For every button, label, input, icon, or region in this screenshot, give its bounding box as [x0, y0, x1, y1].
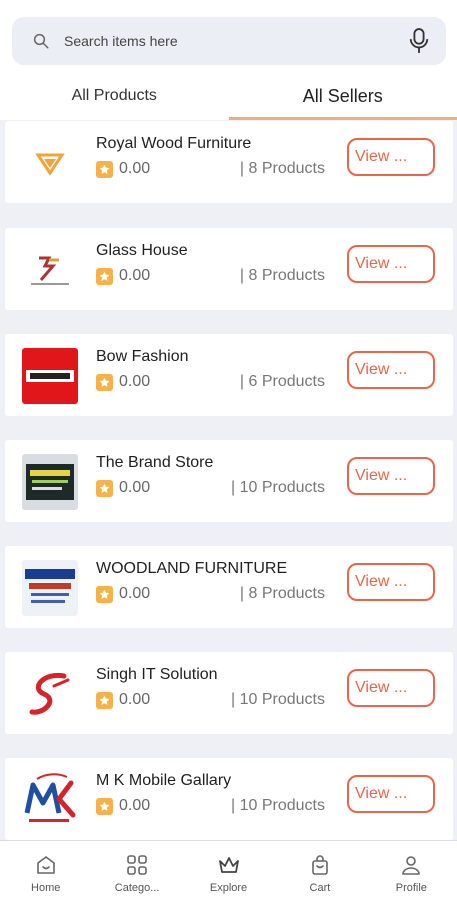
rating-value: 0.00 — [119, 797, 151, 814]
product-count: | 10 Products — [231, 479, 325, 496]
seller-rating: 0.00 — [96, 691, 150, 709]
seller-card[interactable]: Glass House 0.00 | 8 Products View ... — [5, 228, 453, 310]
view-store-button[interactable]: View ... — [347, 775, 435, 813]
seller-rating: 0.00 — [96, 797, 150, 815]
rating-value: 0.00 — [119, 373, 151, 390]
cart-icon — [312, 855, 328, 875]
star-icon — [96, 797, 113, 815]
view-store-button[interactable]: View ... — [347, 457, 435, 495]
rating-value: 0.00 — [119, 585, 151, 602]
rating-value: 0.00 — [119, 479, 151, 496]
seller-name: Singh IT Solution — [96, 666, 218, 683]
seller-rating: 0.00 — [96, 160, 150, 178]
nav-categories[interactable]: Catego... — [91, 841, 182, 900]
view-store-button[interactable]: View ... — [347, 351, 435, 389]
star-icon — [96, 267, 113, 285]
top-bar: Search items here All Products All Selle… — [0, 0, 457, 120]
seller-logo — [22, 348, 78, 404]
seller-name: M K Mobile Gallary — [96, 772, 232, 789]
seller-card[interactable]: The Brand Store 0.00 | 10 Products View … — [5, 440, 453, 522]
seller-name: Bow Fashion — [96, 348, 189, 365]
nav-home[interactable]: Home — [0, 841, 91, 900]
search-input[interactable]: Search items here — [64, 33, 408, 49]
product-count: | 8 Products — [239, 585, 325, 602]
star-icon — [96, 585, 113, 603]
seller-card[interactable]: Singh IT Solution 0.00 | 10 Products Vie… — [5, 652, 453, 734]
seller-name: WOODLAND FURNITURE — [96, 560, 288, 577]
seller-logo — [22, 454, 78, 510]
nav-profile[interactable]: Profile — [366, 841, 457, 900]
seller-card[interactable]: M K Mobile Gallary 0.00 | 10 Products Vi… — [5, 758, 453, 840]
seller-rating: 0.00 — [96, 267, 150, 285]
nav-cart[interactable]: Cart — [274, 841, 365, 900]
view-store-button[interactable]: View ... — [347, 245, 435, 283]
product-count: | 10 Products — [231, 691, 325, 708]
tab-all-products[interactable]: All Products — [0, 72, 229, 120]
star-icon — [96, 479, 113, 497]
tab-all-sellers[interactable]: All Sellers — [228, 72, 457, 120]
sellers-list[interactable]: Royal Wood Furniture 0.00 | 8 Products V… — [0, 120, 457, 840]
seller-rating: 0.00 — [96, 585, 150, 603]
microphone-icon[interactable] — [408, 27, 430, 55]
view-store-button[interactable]: View ... — [347, 669, 435, 707]
star-icon — [96, 160, 113, 178]
bottom-navigation: Home Catego... Explore Cart Profile — [0, 840, 457, 900]
rating-value: 0.00 — [119, 691, 151, 708]
rating-value: 0.00 — [119, 267, 151, 284]
seller-logo — [22, 242, 78, 298]
seller-name: The Brand Store — [96, 454, 214, 471]
star-icon — [96, 373, 113, 391]
nav-label: Home — [31, 882, 61, 894]
product-count: | 8 Products — [239, 160, 325, 177]
seller-rating: 0.00 — [96, 373, 150, 391]
seller-card[interactable]: Royal Wood Furniture 0.00 | 8 Products V… — [5, 121, 453, 203]
search-bar[interactable]: Search items here — [12, 17, 446, 65]
nav-label: Catego... — [114, 882, 160, 894]
seller-logo — [22, 560, 78, 616]
rating-value: 0.00 — [119, 160, 151, 177]
seller-rating: 0.00 — [96, 479, 150, 497]
profile-icon — [402, 856, 421, 875]
nav-label: Explore — [209, 882, 248, 894]
crown-icon — [218, 857, 239, 873]
seller-card[interactable]: Bow Fashion 0.00 | 6 Products View ... — [5, 334, 453, 416]
tab-bar: All Products All Sellers — [0, 72, 457, 120]
seller-card[interactable]: WOODLAND FURNITURE 0.00 | 8 Products Vie… — [5, 546, 453, 628]
seller-logo — [22, 666, 78, 722]
product-count: | 10 Products — [231, 797, 325, 814]
categories-icon — [127, 855, 147, 875]
product-count: | 8 Products — [239, 267, 325, 284]
view-store-button[interactable]: View ... — [347, 138, 435, 176]
product-count: | 6 Products — [239, 373, 325, 390]
seller-name: Glass House — [96, 242, 188, 259]
nav-label: Profile — [395, 882, 427, 894]
seller-logo — [22, 135, 78, 191]
seller-logo — [22, 772, 78, 828]
view-store-button[interactable]: View ... — [347, 563, 435, 601]
nav-explore[interactable]: Explore — [183, 841, 274, 900]
nav-label: Cart — [309, 882, 331, 894]
seller-name: Royal Wood Furniture — [96, 135, 252, 152]
search-icon — [33, 33, 49, 49]
star-icon — [96, 691, 113, 709]
home-icon — [36, 856, 55, 874]
